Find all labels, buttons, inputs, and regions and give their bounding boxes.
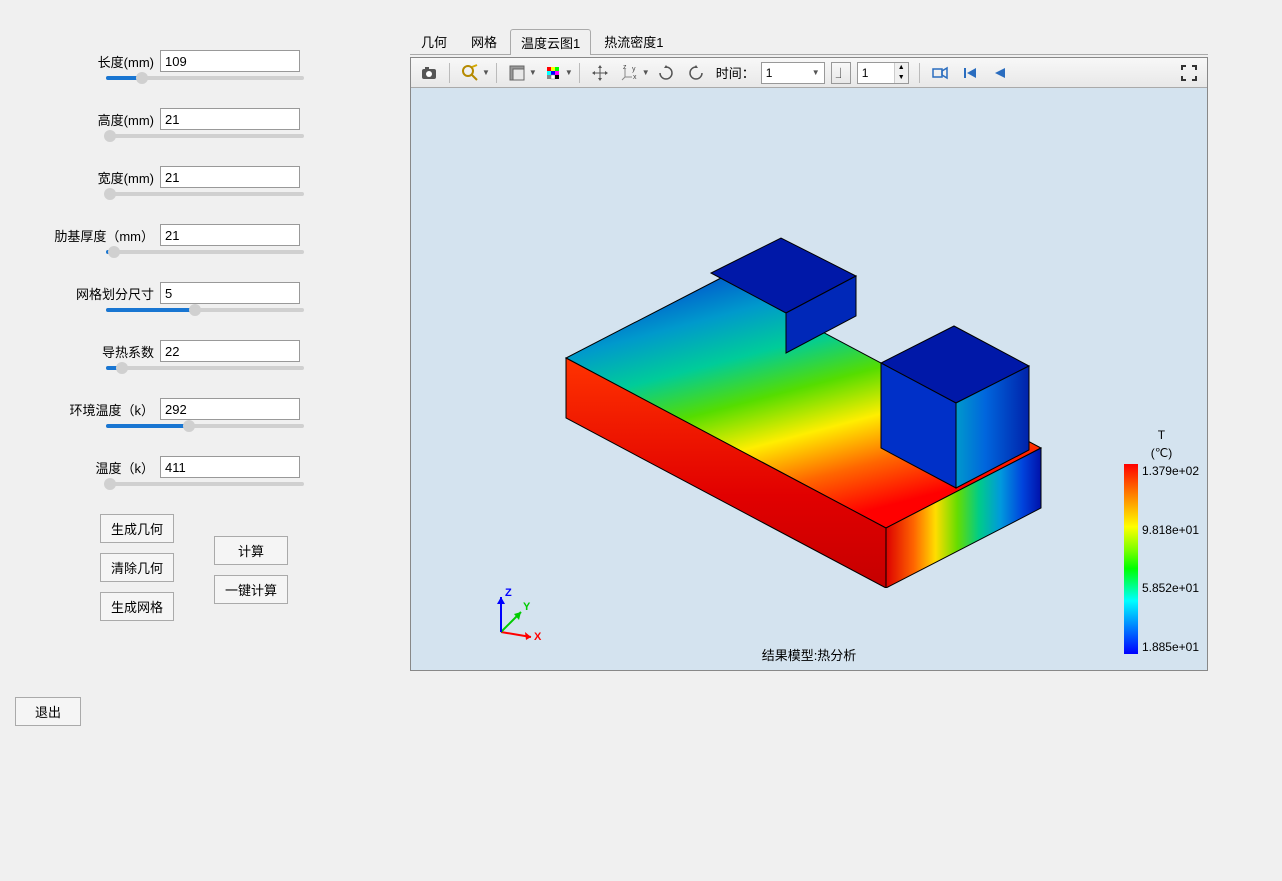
param-label: 导热系数 xyxy=(0,342,160,361)
sidebar: 长度(mm) 高度(mm) 宽度(mm) 肋基厚度（mm） 网格划分尺寸导热系数环境温度… xyxy=(0,0,410,881)
legend-tick: 9.818e+01 xyxy=(1142,523,1199,537)
legend-tick: 5.852e+01 xyxy=(1142,581,1199,595)
calculate-button[interactable]: 计算 xyxy=(214,536,288,565)
tab-2[interactable]: 温度云图1 xyxy=(510,29,591,55)
time-label: 时间： xyxy=(716,63,755,82)
legend-unit-label: (℃) xyxy=(1124,446,1199,460)
svg-text:z: z xyxy=(623,64,627,71)
param-row-6: 环境温度（k） xyxy=(0,398,410,420)
xyz-view-tool[interactable]: xzy ▼ xyxy=(616,60,650,86)
axis-triad: X Y Z xyxy=(481,582,551,652)
svg-text:x: x xyxy=(633,74,637,81)
fullscreen-icon[interactable] xyxy=(1175,60,1203,86)
color-cube-tool[interactable]: ▼ xyxy=(539,60,573,86)
param-slider[interactable] xyxy=(106,366,304,370)
viewer-footer-label: 结果模型:热分析 xyxy=(411,645,1207,664)
tab-bar: 几何网格温度云图1热流密度1 xyxy=(410,28,1208,55)
legend-tick: 1.379e+02 xyxy=(1142,464,1199,478)
param-slider[interactable] xyxy=(106,76,304,80)
param-input[interactable] xyxy=(160,50,300,72)
param-row-0: 长度(mm) xyxy=(0,50,410,72)
param-input[interactable] xyxy=(160,224,300,246)
canvas-area[interactable]: X Y Z T (℃) 1.379e+029.818e+015.852e+011… xyxy=(411,88,1207,670)
action-button-area: 生成几何 清除几何 生成网格 计算 一键计算 xyxy=(100,514,410,621)
param-label: 宽度(mm) xyxy=(0,168,160,187)
param-label: 环境温度（k） xyxy=(0,400,160,419)
colorbar xyxy=(1124,464,1138,654)
param-row-5: 导热系数 xyxy=(0,340,410,362)
rotate-ccw-icon[interactable] xyxy=(682,60,710,86)
color-legend: T (℃) 1.379e+029.818e+015.852e+011.885e+… xyxy=(1124,428,1199,654)
frame-input[interactable] xyxy=(858,63,894,83)
param-row-3: 肋基厚度（mm） xyxy=(0,224,410,246)
param-label: 温度（k） xyxy=(0,458,160,477)
one-click-calculate-button[interactable]: 一键计算 xyxy=(214,575,288,604)
generate-mesh-button[interactable]: 生成网格 xyxy=(100,592,174,621)
param-input[interactable] xyxy=(160,398,300,420)
param-row-1: 高度(mm) xyxy=(0,108,410,130)
param-input[interactable] xyxy=(160,340,300,362)
viewer-toolbar: ▼ ▼ ▼ xzy ▼ xyxy=(411,58,1207,88)
legend-var-label: T xyxy=(1124,428,1199,442)
zoom-tool[interactable]: ▼ xyxy=(456,60,490,86)
param-input[interactable] xyxy=(160,456,300,478)
generate-geometry-button[interactable]: 生成几何 xyxy=(100,514,174,543)
param-label: 高度(mm) xyxy=(0,110,160,129)
param-slider[interactable] xyxy=(106,134,304,138)
step-end-button[interactable]: ⏌ xyxy=(831,62,851,84)
time-dropdown[interactable]: 1▼ xyxy=(761,62,825,84)
video-camera-icon[interactable] xyxy=(926,60,954,86)
transparency-tool[interactable]: ▼ xyxy=(503,60,537,86)
param-slider[interactable] xyxy=(106,192,304,196)
rotate-cw-icon[interactable] xyxy=(652,60,680,86)
screenshot-icon[interactable] xyxy=(415,60,443,86)
param-row-4: 网格划分尺寸 xyxy=(0,282,410,304)
param-input[interactable] xyxy=(160,108,300,130)
tab-1[interactable]: 网格 xyxy=(460,28,508,54)
right-panel: 几何网格温度云图1热流密度1 ▼ ▼ ▼ xyxy=(410,28,1208,671)
param-slider[interactable] xyxy=(106,250,304,254)
exit-button[interactable]: 退出 xyxy=(15,697,81,726)
clear-geometry-button[interactable]: 清除几何 xyxy=(100,553,174,582)
param-input[interactable] xyxy=(160,282,300,304)
param-slider[interactable] xyxy=(106,308,304,312)
simulation-model xyxy=(541,228,1131,588)
frame-spinner[interactable]: ▲▼ xyxy=(857,62,909,84)
svg-text:X: X xyxy=(534,631,542,643)
svg-text:Z: Z xyxy=(505,587,512,599)
param-row-2: 宽度(mm) xyxy=(0,166,410,188)
param-row-7: 温度（k） xyxy=(0,456,410,478)
pan-tool-icon[interactable] xyxy=(586,60,614,86)
tab-3[interactable]: 热流密度1 xyxy=(593,28,674,54)
skip-first-icon[interactable] xyxy=(956,60,984,86)
param-input[interactable] xyxy=(160,166,300,188)
tab-0[interactable]: 几何 xyxy=(410,28,458,54)
param-slider[interactable] xyxy=(106,482,304,486)
play-back-icon[interactable] xyxy=(986,60,1014,86)
param-slider[interactable] xyxy=(106,424,304,428)
param-label: 长度(mm) xyxy=(0,52,160,71)
svg-text:y: y xyxy=(632,66,636,73)
svg-text:Y: Y xyxy=(523,601,531,613)
viewer: ▼ ▼ ▼ xzy ▼ xyxy=(410,57,1208,671)
param-label: 网格划分尺寸 xyxy=(0,284,160,303)
param-label: 肋基厚度（mm） xyxy=(0,226,160,245)
